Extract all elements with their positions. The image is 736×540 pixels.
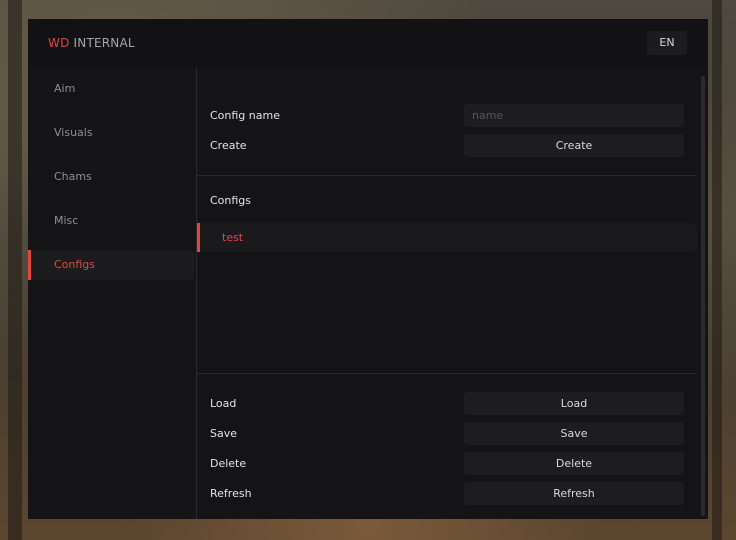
config-name-label: Config name — [210, 109, 280, 122]
create-label: Create — [210, 139, 247, 152]
config-item-name: test — [222, 231, 244, 244]
app-window: WD INTERNAL EN Aim Visuals Chams Misc Co… — [28, 19, 708, 519]
load-label: Load — [210, 397, 237, 410]
scrollbar[interactable] — [701, 76, 705, 516]
config-list-item[interactable]: test — [197, 223, 697, 252]
divider-top — [197, 175, 697, 176]
delete-label: Delete — [210, 457, 247, 470]
sidebar-item-misc[interactable]: Misc — [28, 206, 194, 236]
divider-bottom — [197, 373, 697, 374]
language-button[interactable]: EN — [647, 31, 687, 55]
sidebar-item-configs[interactable]: Configs — [28, 250, 194, 280]
sidebar-item-visuals[interactable]: Visuals — [28, 118, 194, 148]
delete-button[interactable]: Delete — [464, 452, 684, 475]
save-button[interactable]: Save — [464, 422, 684, 445]
create-button[interactable]: Create — [464, 134, 684, 157]
load-button[interactable]: Load — [464, 392, 684, 415]
sidebar-item-aim[interactable]: Aim — [28, 74, 194, 104]
save-label: Save — [210, 427, 238, 440]
brand-prefix: WD — [48, 36, 70, 50]
refresh-label: Refresh — [210, 487, 252, 500]
configs-panel: Config name Create Create Configs test L… — [197, 67, 697, 519]
sidebar-item-chams[interactable]: Chams — [28, 162, 194, 192]
background-tree-right — [712, 0, 722, 540]
title-bar: WD INTERNAL EN — [28, 19, 708, 67]
refresh-button[interactable]: Refresh — [464, 482, 684, 505]
brand-suffix: INTERNAL — [73, 36, 135, 50]
brand-logo: WD INTERNAL — [48, 36, 135, 50]
sidebar: Aim Visuals Chams Misc Configs — [28, 67, 197, 519]
background-tree-left — [8, 0, 22, 540]
configs-heading: Configs — [210, 194, 252, 207]
config-name-input[interactable] — [464, 104, 684, 127]
